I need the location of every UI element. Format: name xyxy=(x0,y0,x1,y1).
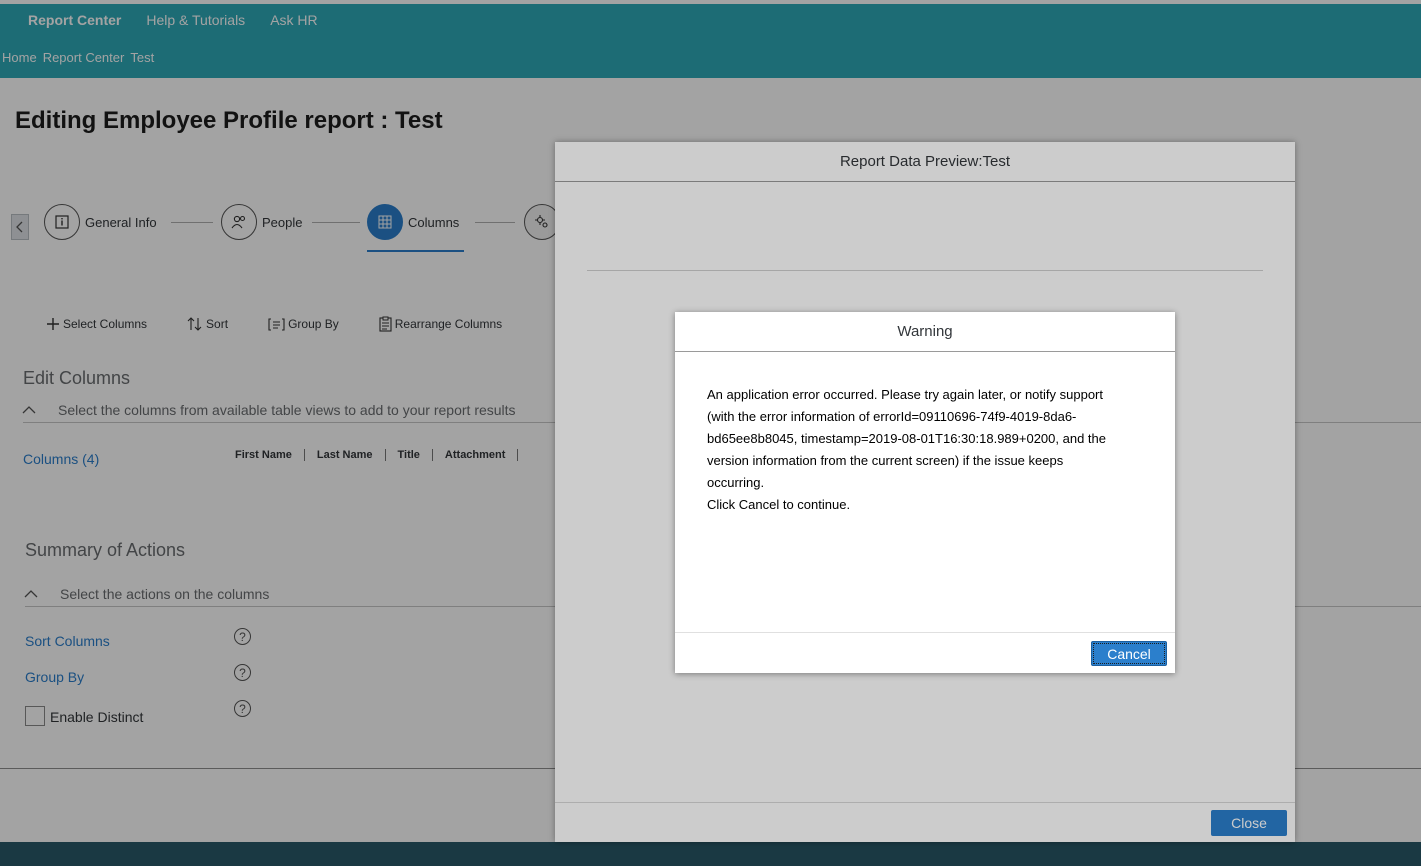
message-line: (with the error information of errorId=0… xyxy=(707,409,1077,424)
message-line: bd65ee8b8045, timestamp=2019-08-01T16:30… xyxy=(707,431,1106,446)
message-line: occurring. xyxy=(707,475,765,490)
warning-dialog: Warning An application error occurred. P… xyxy=(675,312,1175,673)
message-line: Click Cancel to continue. xyxy=(707,497,851,512)
warning-dialog-footer: Cancel xyxy=(675,632,1175,673)
warning-message: An application error occurred. Please tr… xyxy=(707,384,1147,516)
cancel-button[interactable]: Cancel xyxy=(1091,641,1167,666)
warning-dialog-title: Warning xyxy=(675,312,1175,352)
message-line: An application error occurred. Please tr… xyxy=(707,387,1103,402)
message-line: version information from the current scr… xyxy=(707,453,1064,468)
